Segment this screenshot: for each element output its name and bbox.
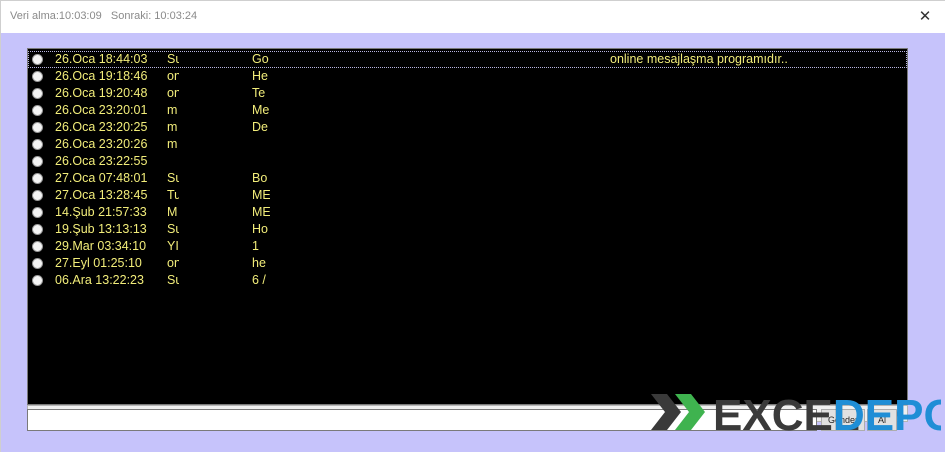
list-item-message: Me (252, 103, 270, 117)
list-item[interactable]: 26.Oca 23:20:01 m Me (28, 102, 907, 119)
radio-bullet-icon[interactable] (32, 173, 43, 184)
list-item-message-tail: online mesajlaşma programıdır.. (610, 52, 788, 66)
radio-bullet-icon[interactable] (32, 224, 43, 235)
message-input[interactable] (27, 409, 817, 431)
list-item[interactable]: 14.Şub 21:57:33 M ME (28, 204, 907, 221)
list-item[interactable]: 27.Oca 07:48:01 Su Bo (28, 170, 907, 187)
list-item[interactable]: 06.Ara 13:22:23 Su 6 / (28, 272, 907, 289)
radio-bullet-icon[interactable] (32, 258, 43, 269)
list-item-message: ME (252, 205, 270, 219)
list-item-date: 26.Oca 19:18:46 (55, 69, 148, 83)
radio-bullet-icon[interactable] (32, 207, 43, 218)
list-item-user: Su (167, 52, 179, 66)
list-item-message: De (252, 120, 268, 134)
list-item-user: m (167, 137, 178, 151)
list-item-date: 26.Oca 23:20:26 (55, 137, 148, 151)
list-item-date: 26.Oca 19:20:48 (55, 86, 148, 100)
list-item-date: 26.Oca 23:20:25 (55, 120, 148, 134)
chat-window: Veri alma:10:03:09 Sonraki: 10:03:24 ✕ 2… (0, 0, 945, 452)
radio-bullet-icon[interactable] (32, 275, 43, 286)
radio-bullet-icon[interactable] (32, 54, 43, 65)
radio-bullet-icon[interactable] (32, 122, 43, 133)
radio-bullet-icon[interactable] (32, 88, 43, 99)
list-item-user: Su (167, 273, 179, 287)
list-item[interactable]: 26.Oca 18:44:03 Su Go online mesajlaşma pro… (28, 51, 907, 68)
list-item-date: 27.Oca 13:28:45 (55, 188, 148, 202)
list-item-message: ME (252, 188, 270, 202)
list-item[interactable]: 26.Oca 19:18:46 on He (28, 68, 907, 85)
list-item-user: M (167, 205, 178, 219)
list-item-user: on (167, 256, 179, 270)
list-item-message: 1 (252, 239, 259, 253)
window-title: Veri alma:10:03:09 Sonraki: 10:03:24 (10, 10, 198, 22)
radio-bullet-icon[interactable] (32, 190, 43, 201)
list-item[interactable]: 19.Şub 13:13:13 Su Ho (28, 221, 907, 238)
list-item[interactable]: 26.Oca 23:20:26 m (28, 136, 907, 153)
list-item-user: on (167, 86, 179, 100)
list-item-user: Su (167, 222, 179, 236)
list-item[interactable]: 27.Oca 13:28:45 Tu ME (28, 187, 907, 204)
list-item-message: Bo (252, 171, 268, 185)
radio-bullet-icon[interactable] (32, 71, 43, 82)
send-button[interactable]: Gönder (821, 409, 865, 431)
title-bar[interactable]: Veri alma:10:03:09 Sonraki: 10:03:24 ✕ (1, 1, 945, 33)
list-item-message: he (252, 256, 266, 270)
list-item-date: 27.Eyl 01:25:10 (55, 256, 142, 270)
list-item-message: 6 / (252, 273, 266, 287)
radio-bullet-icon[interactable] (32, 241, 43, 252)
list-item[interactable]: 26.Oca 23:20:25 m De (28, 119, 907, 136)
list-item-message: Go (252, 52, 269, 66)
client-area: 26.Oca 18:44:03 Su Go online mesajlaşma pro… (1, 33, 945, 452)
list-item[interactable]: 29.Mar 03:34:10 YI 1 (28, 238, 907, 255)
radio-bullet-icon[interactable] (32, 156, 43, 167)
message-list[interactable]: 26.Oca 18:44:03 Su Go online mesajlaşma pro… (27, 48, 908, 405)
list-item-message: Ho (252, 222, 268, 236)
list-item-user: Su (167, 171, 179, 185)
list-item-date: 06.Ara 13:22:23 (55, 273, 144, 287)
list-item-user: m (167, 120, 178, 134)
list-item-date: 27.Oca 07:48:01 (55, 171, 148, 185)
radio-bullet-icon[interactable] (32, 105, 43, 116)
list-item-user: Tu (167, 188, 179, 202)
list-item[interactable]: 26.Oca 23:22:55 (28, 153, 907, 170)
list-item-date: 26.Oca 18:44:03 (55, 52, 148, 66)
list-item[interactable]: 27.Eyl 01:25:10 on he (28, 255, 907, 272)
list-item-user: YI (167, 239, 179, 253)
radio-bullet-icon[interactable] (32, 139, 43, 150)
list-item-user: on (167, 69, 179, 83)
list-item-date: 14.Şub 21:57:33 (55, 205, 147, 219)
list-item-date: 19.Şub 13:13:13 (55, 222, 147, 236)
list-item-user: m (167, 103, 178, 117)
close-icon[interactable]: ✕ (914, 6, 936, 26)
list-item-date: 29.Mar 03:34:10 (55, 239, 147, 253)
list-item-message: He (252, 69, 268, 83)
list-item-message: Te (252, 86, 266, 100)
receive-button[interactable]: Al (867, 409, 897, 431)
list-item[interactable]: 26.Oca 19:20:48 on Te (28, 85, 907, 102)
list-item-date: 26.Oca 23:22:55 (55, 154, 148, 168)
list-item-date: 26.Oca 23:20:01 (55, 103, 148, 117)
